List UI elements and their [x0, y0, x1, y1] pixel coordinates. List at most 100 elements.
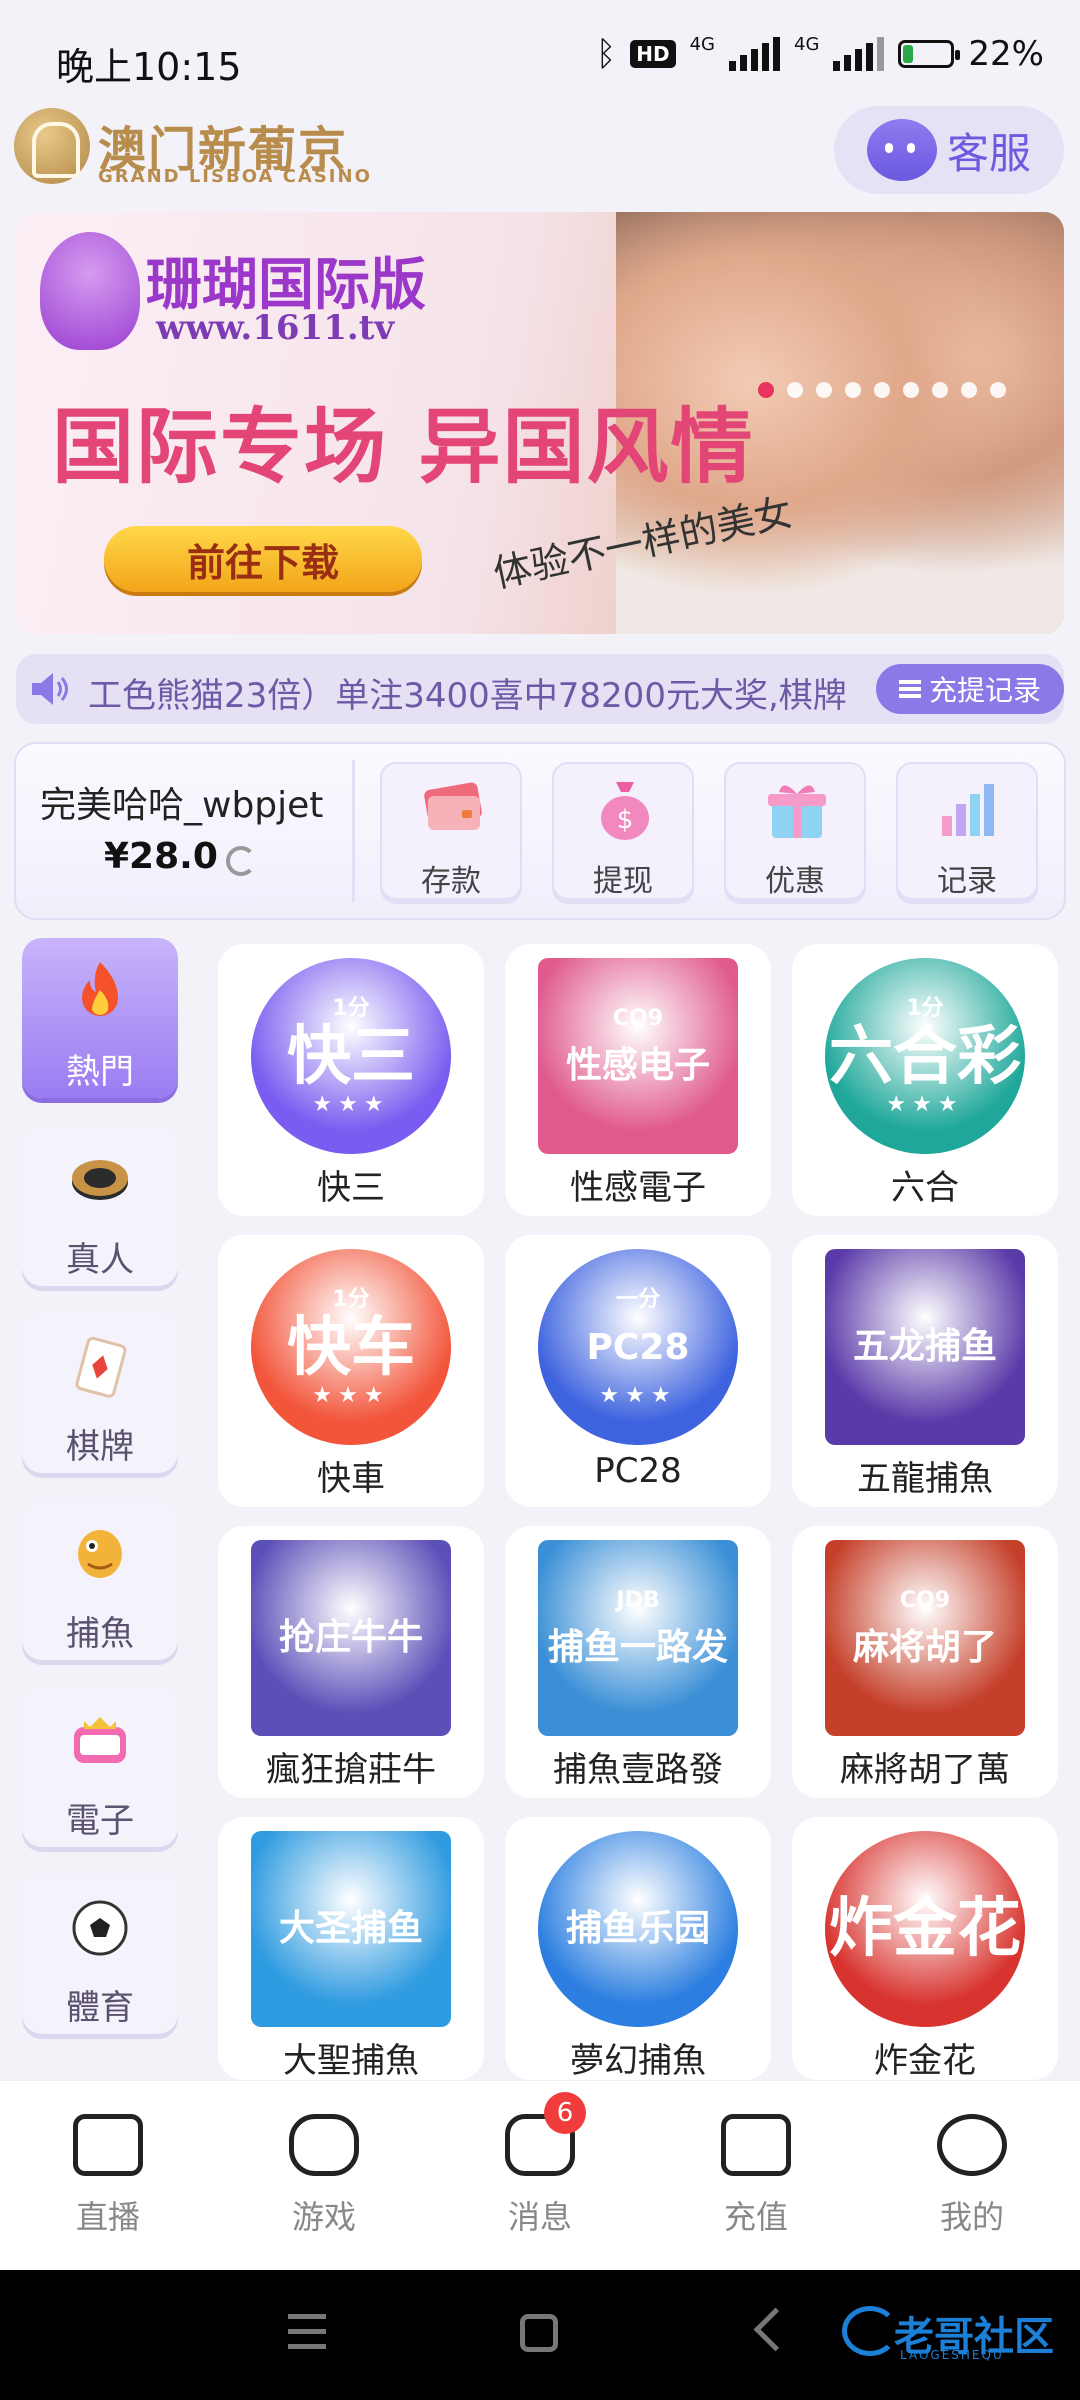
withdraw-label: 提现: [593, 864, 653, 899]
game-card[interactable]: 大圣捕鱼 大聖捕魚: [218, 1817, 484, 2081]
promo-banner[interactable]: 珊瑚国际版 www.1611.tv 国际专场 异国风情 前往下载 体验不一样的美…: [16, 212, 1064, 634]
battery-percent: 22%: [968, 34, 1044, 74]
category-hot[interactable]: 熱門: [22, 938, 178, 1098]
smile-icon: [937, 2114, 1007, 2176]
game-thumbnail-title: 抢庄牛牛: [278, 1617, 423, 1658]
fish-icon: [78, 1530, 122, 1578]
game-card[interactable]: 五龙捕鱼 五龍捕魚: [792, 1235, 1058, 1507]
game-name: 性感電子: [570, 1168, 706, 1208]
game-name: 五龍捕魚: [857, 1459, 993, 1499]
record-button[interactable]: 记录: [896, 762, 1038, 900]
game-card[interactable]: 捕鱼乐园 夢幻捕魚: [505, 1817, 771, 2081]
category-slots[interactable]: 電子: [22, 1687, 178, 1847]
game-thumbnail-title: 捕鱼一路发: [547, 1626, 728, 1668]
game-card[interactable]: 一分 PC28 ★★★ PC28: [505, 1235, 771, 1507]
game-card[interactable]: 炸金花 炸金花: [792, 1817, 1058, 2081]
game-thumbnail: 1分 快三 ★★★: [251, 958, 451, 1154]
game-card[interactable]: 1分 快车 ★★★ 快車: [218, 1235, 484, 1507]
bar-chart-icon: [942, 784, 994, 836]
deposit-button[interactable]: 存款: [380, 762, 522, 900]
game-card[interactable]: 抢庄牛牛 瘋狂搶莊牛: [218, 1526, 484, 1798]
gift-icon: [768, 785, 826, 838]
game-thumbnail-tag: 一分: [615, 1286, 660, 1312]
nav-profile[interactable]: 我的: [897, 2100, 1047, 2250]
banner-pagination[interactable]: [758, 382, 1006, 398]
game-thumbnail: 抢庄牛牛: [251, 1540, 451, 1736]
game-thumbnail-title: 五龙捕鱼: [852, 1326, 997, 1367]
brand-logo-icon: [14, 108, 90, 184]
battery-icon: [898, 40, 961, 68]
signal-icon-2: [833, 37, 885, 71]
stars-icon: ★★★: [599, 1382, 677, 1408]
game-card[interactable]: CQ9 性感电子性感電子: [505, 944, 771, 1216]
banner-dot[interactable]: [990, 382, 1006, 398]
banner-download-button[interactable]: 前往下载: [104, 526, 422, 592]
refresh-icon[interactable]: [226, 846, 256, 876]
game-name: 六合: [891, 1168, 959, 1208]
game-name: 夢幻捕魚: [570, 2041, 706, 2081]
balance-amount: ¥28.0: [104, 836, 218, 877]
banner-dot[interactable]: [758, 382, 774, 398]
game-thumbnail-tag: JDB: [616, 1587, 660, 1613]
category-fishing[interactable]: 捕魚: [22, 1500, 178, 1660]
banner-url: www.1611.tv: [156, 308, 395, 348]
banner-dot[interactable]: [903, 382, 919, 398]
hd-voice-icon: HD: [630, 40, 676, 68]
home-icon[interactable]: [520, 2314, 558, 2352]
category-cards-label: 棋牌: [66, 1427, 134, 1467]
record-label: 记录: [937, 864, 997, 899]
category-sports-label: 體育: [66, 1988, 134, 2028]
banner-dot[interactable]: [961, 382, 977, 398]
category-fishing-label: 捕魚: [66, 1614, 134, 1654]
category-live-label: 真人: [66, 1240, 134, 1280]
deposit-label: 存款: [421, 864, 481, 899]
category-sports[interactable]: 體育: [22, 1874, 178, 2034]
nav-messages[interactable]: 消息: [465, 2100, 615, 2250]
category-slots-label: 電子: [66, 1801, 134, 1841]
status-time: 晚上10:15: [56, 45, 242, 89]
svg-text:$: $: [617, 805, 634, 835]
recent-apps-icon[interactable]: [288, 2314, 326, 2350]
game-thumbnail-title: 捕鱼乐园: [565, 1908, 710, 1949]
game-name: 大聖捕魚: [283, 2041, 419, 2081]
marquee-text: 工色熊猫23倍）单注3400喜中78200元大奖,棋牌: [88, 676, 847, 716]
banner-dot[interactable]: [845, 382, 861, 398]
card-icon: [424, 782, 482, 830]
customer-service-button[interactable]: 客服: [834, 106, 1064, 194]
game-name: 快車: [317, 1459, 385, 1499]
game-thumbnail-title: 快三: [287, 1019, 415, 1094]
game-card[interactable]: JDB 捕鱼一路发捕魚壹路發: [505, 1526, 771, 1798]
banner-dot[interactable]: [932, 382, 948, 398]
customer-service-label: 客服: [946, 128, 1031, 178]
game-name: 炸金花: [874, 2041, 976, 2081]
game-thumbnail: 一分 PC28 ★★★: [538, 1249, 738, 1445]
nav-live[interactable]: 直播: [33, 2100, 183, 2250]
status-icons: ᛒ HD 4G 4G 22%: [596, 34, 1044, 74]
game-card[interactable]: CQ9 麻将胡了 麻將胡了萬: [792, 1526, 1058, 1798]
wallet-divider: [352, 760, 355, 902]
promotion-button[interactable]: 优惠: [724, 762, 866, 900]
game-card[interactable]: 1分 六合彩 ★★★ 六合: [792, 944, 1058, 1216]
withdraw-button[interactable]: $ 提现: [552, 762, 694, 900]
game-thumbnail: CQ9 性感电子: [538, 958, 738, 1154]
deposit-withdraw-record-button[interactable]: 充提记录: [876, 664, 1064, 714]
game-thumbnail-title: 麻将胡了: [852, 1626, 997, 1668]
nav-games[interactable]: 游戏: [249, 2100, 399, 2250]
nav-messages-label: 消息: [507, 2198, 572, 2236]
banner-headline: 国际专场 异国风情: [52, 400, 755, 495]
nav-recharge-label: 充值: [723, 2198, 788, 2236]
nav-recharge[interactable]: 充值: [681, 2100, 831, 2250]
banner-dot[interactable]: [816, 382, 832, 398]
signal-icon: [729, 37, 781, 71]
game-name: 捕魚壹路發: [553, 1750, 723, 1790]
game-thumbnail-tag: 1分: [332, 995, 370, 1021]
banner-dot[interactable]: [787, 382, 803, 398]
money-bag-icon: $: [601, 782, 649, 840]
category-cards[interactable]: 棋牌: [22, 1313, 178, 1473]
game-thumbnail-title: 六合彩: [829, 1019, 1021, 1094]
category-live[interactable]: 真人: [22, 1126, 178, 1286]
banner-dot[interactable]: [874, 382, 890, 398]
game-card[interactable]: 1分 快三 ★★★ 快三: [218, 944, 484, 1216]
playing-card-icon: [75, 1336, 127, 1398]
promotion-label: 优惠: [765, 864, 825, 899]
